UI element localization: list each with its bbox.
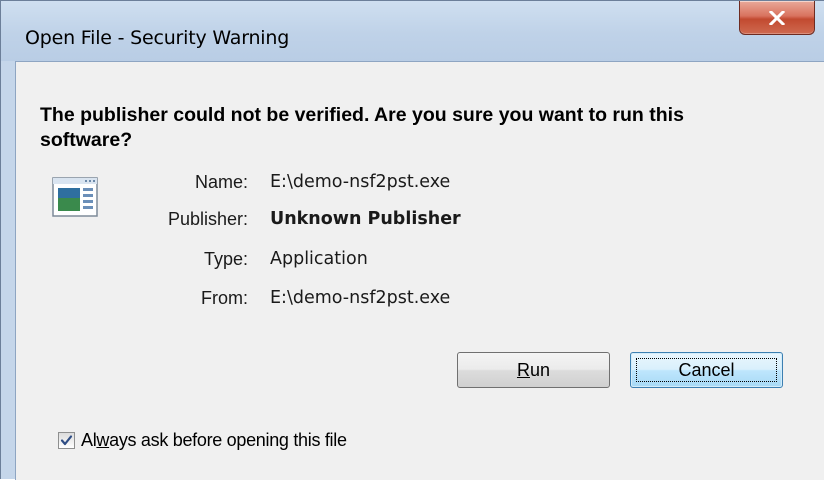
window-title: Open File - Security Warning xyxy=(25,27,290,49)
publisher-label: Publisher: xyxy=(167,209,248,229)
type-value: Application xyxy=(270,249,368,269)
type-label: Type: xyxy=(203,249,248,269)
close-button[interactable] xyxy=(739,1,815,35)
name-label: Name: xyxy=(194,172,248,192)
focus-rectangle xyxy=(636,358,777,382)
title-bar[interactable]: Open File - Security Warning xyxy=(1,1,824,61)
from-label: From: xyxy=(201,288,248,308)
close-icon xyxy=(769,10,785,25)
run-mnemonic: R xyxy=(516,359,530,380)
publisher-value: Unknown Publisher xyxy=(270,209,461,229)
name-value: E:\demo-nsf2pst.exe xyxy=(270,172,451,192)
always-ask-mnemonic: w xyxy=(96,429,110,450)
always-ask-label-rest: ays ask before opening this file xyxy=(109,429,347,450)
run-button-label: Run xyxy=(517,360,550,381)
security-warning-dialog: Open File - Security Warning xyxy=(0,0,824,480)
warning-heading: The publisher could not be verified. Are… xyxy=(40,104,684,151)
cancel-button[interactable]: Cancel xyxy=(630,352,783,388)
checkmark-icon xyxy=(60,434,73,445)
run-button[interactable]: Run xyxy=(457,352,610,388)
always-ask-checkbox-row[interactable]: Always ask before opening this file xyxy=(58,428,347,452)
always-ask-label: Always ask before opening this file xyxy=(81,430,347,451)
always-ask-label-prefix: Al xyxy=(81,429,97,450)
run-label-rest: un xyxy=(529,359,551,380)
always-ask-checkbox[interactable] xyxy=(58,431,75,449)
application-icon xyxy=(52,176,106,218)
from-value: E:\demo-nsf2pst.exe xyxy=(270,288,451,308)
